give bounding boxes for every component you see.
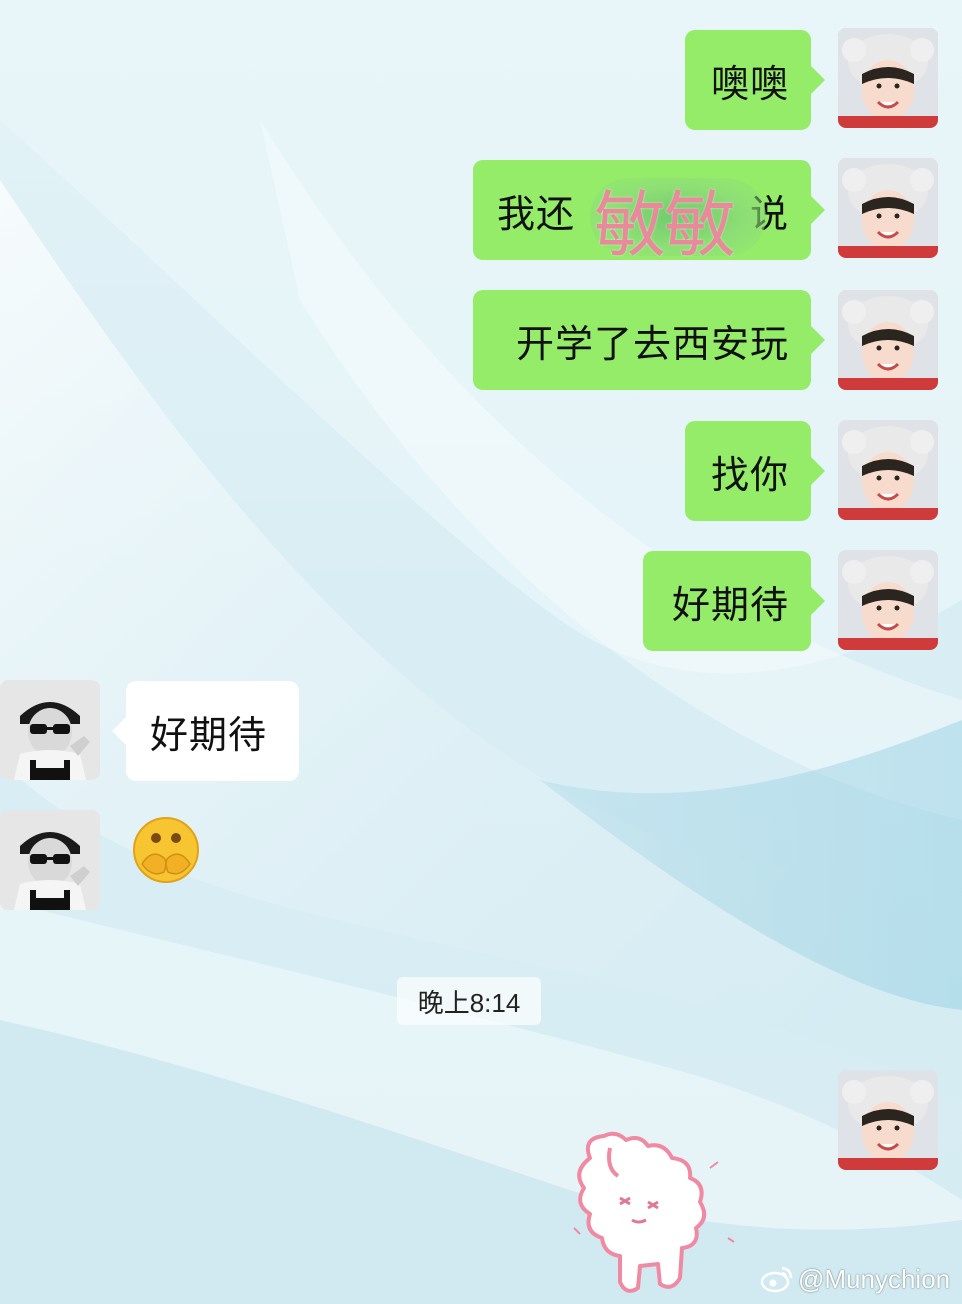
sent-message-bubble[interactable]: 开学了去西安玩 [473,290,825,390]
message-text-start: 我还 [497,191,576,236]
sent-message-bubble[interactable]: 好期待 [643,551,825,651]
sent-message-bubble[interactable]: 噢噢 [685,30,825,130]
sent-message-bubble[interactable]: 找你 [685,421,825,521]
message-text: 开学了去西安玩 [515,321,789,366]
message-text-end: 说 [749,191,789,236]
message-text: 好期待 [671,582,789,627]
sent-avatar-icon[interactable] [838,28,938,128]
weibo-watermark: @Munychion [760,1262,950,1296]
message-text: 好期待 [150,712,268,757]
pink-fluffy-creature-sticker[interactable] [560,1128,760,1298]
sent-avatar-icon[interactable] [838,290,938,390]
sent-avatar-icon[interactable] [838,158,938,258]
timestamp-label: 晚上8:14 [397,977,541,1025]
message-text: 找你 [710,452,789,497]
sent-avatar-icon[interactable] [838,550,938,650]
sent-avatar-icon[interactable] [838,1070,938,1170]
weibo-icon [760,1266,793,1293]
received-avatar-icon[interactable] [0,680,100,780]
sent-avatar-icon[interactable] [838,420,938,520]
watermark-handle: @Munychion [798,1263,951,1294]
received-avatar-icon[interactable] [0,810,100,910]
message-text: 噢噢 [710,61,789,106]
facepalm-emoji-icon[interactable] [128,812,204,888]
sent-message-bubble[interactable]: 我还 说 [473,160,825,260]
received-message-bubble[interactable]: 好期待 [112,681,299,781]
chat-screen: 噢噢 我还 说 敏敏 开学了去西安玩 找你 好期待 好期待 晚上8:14 @Mu… [0,0,962,1304]
